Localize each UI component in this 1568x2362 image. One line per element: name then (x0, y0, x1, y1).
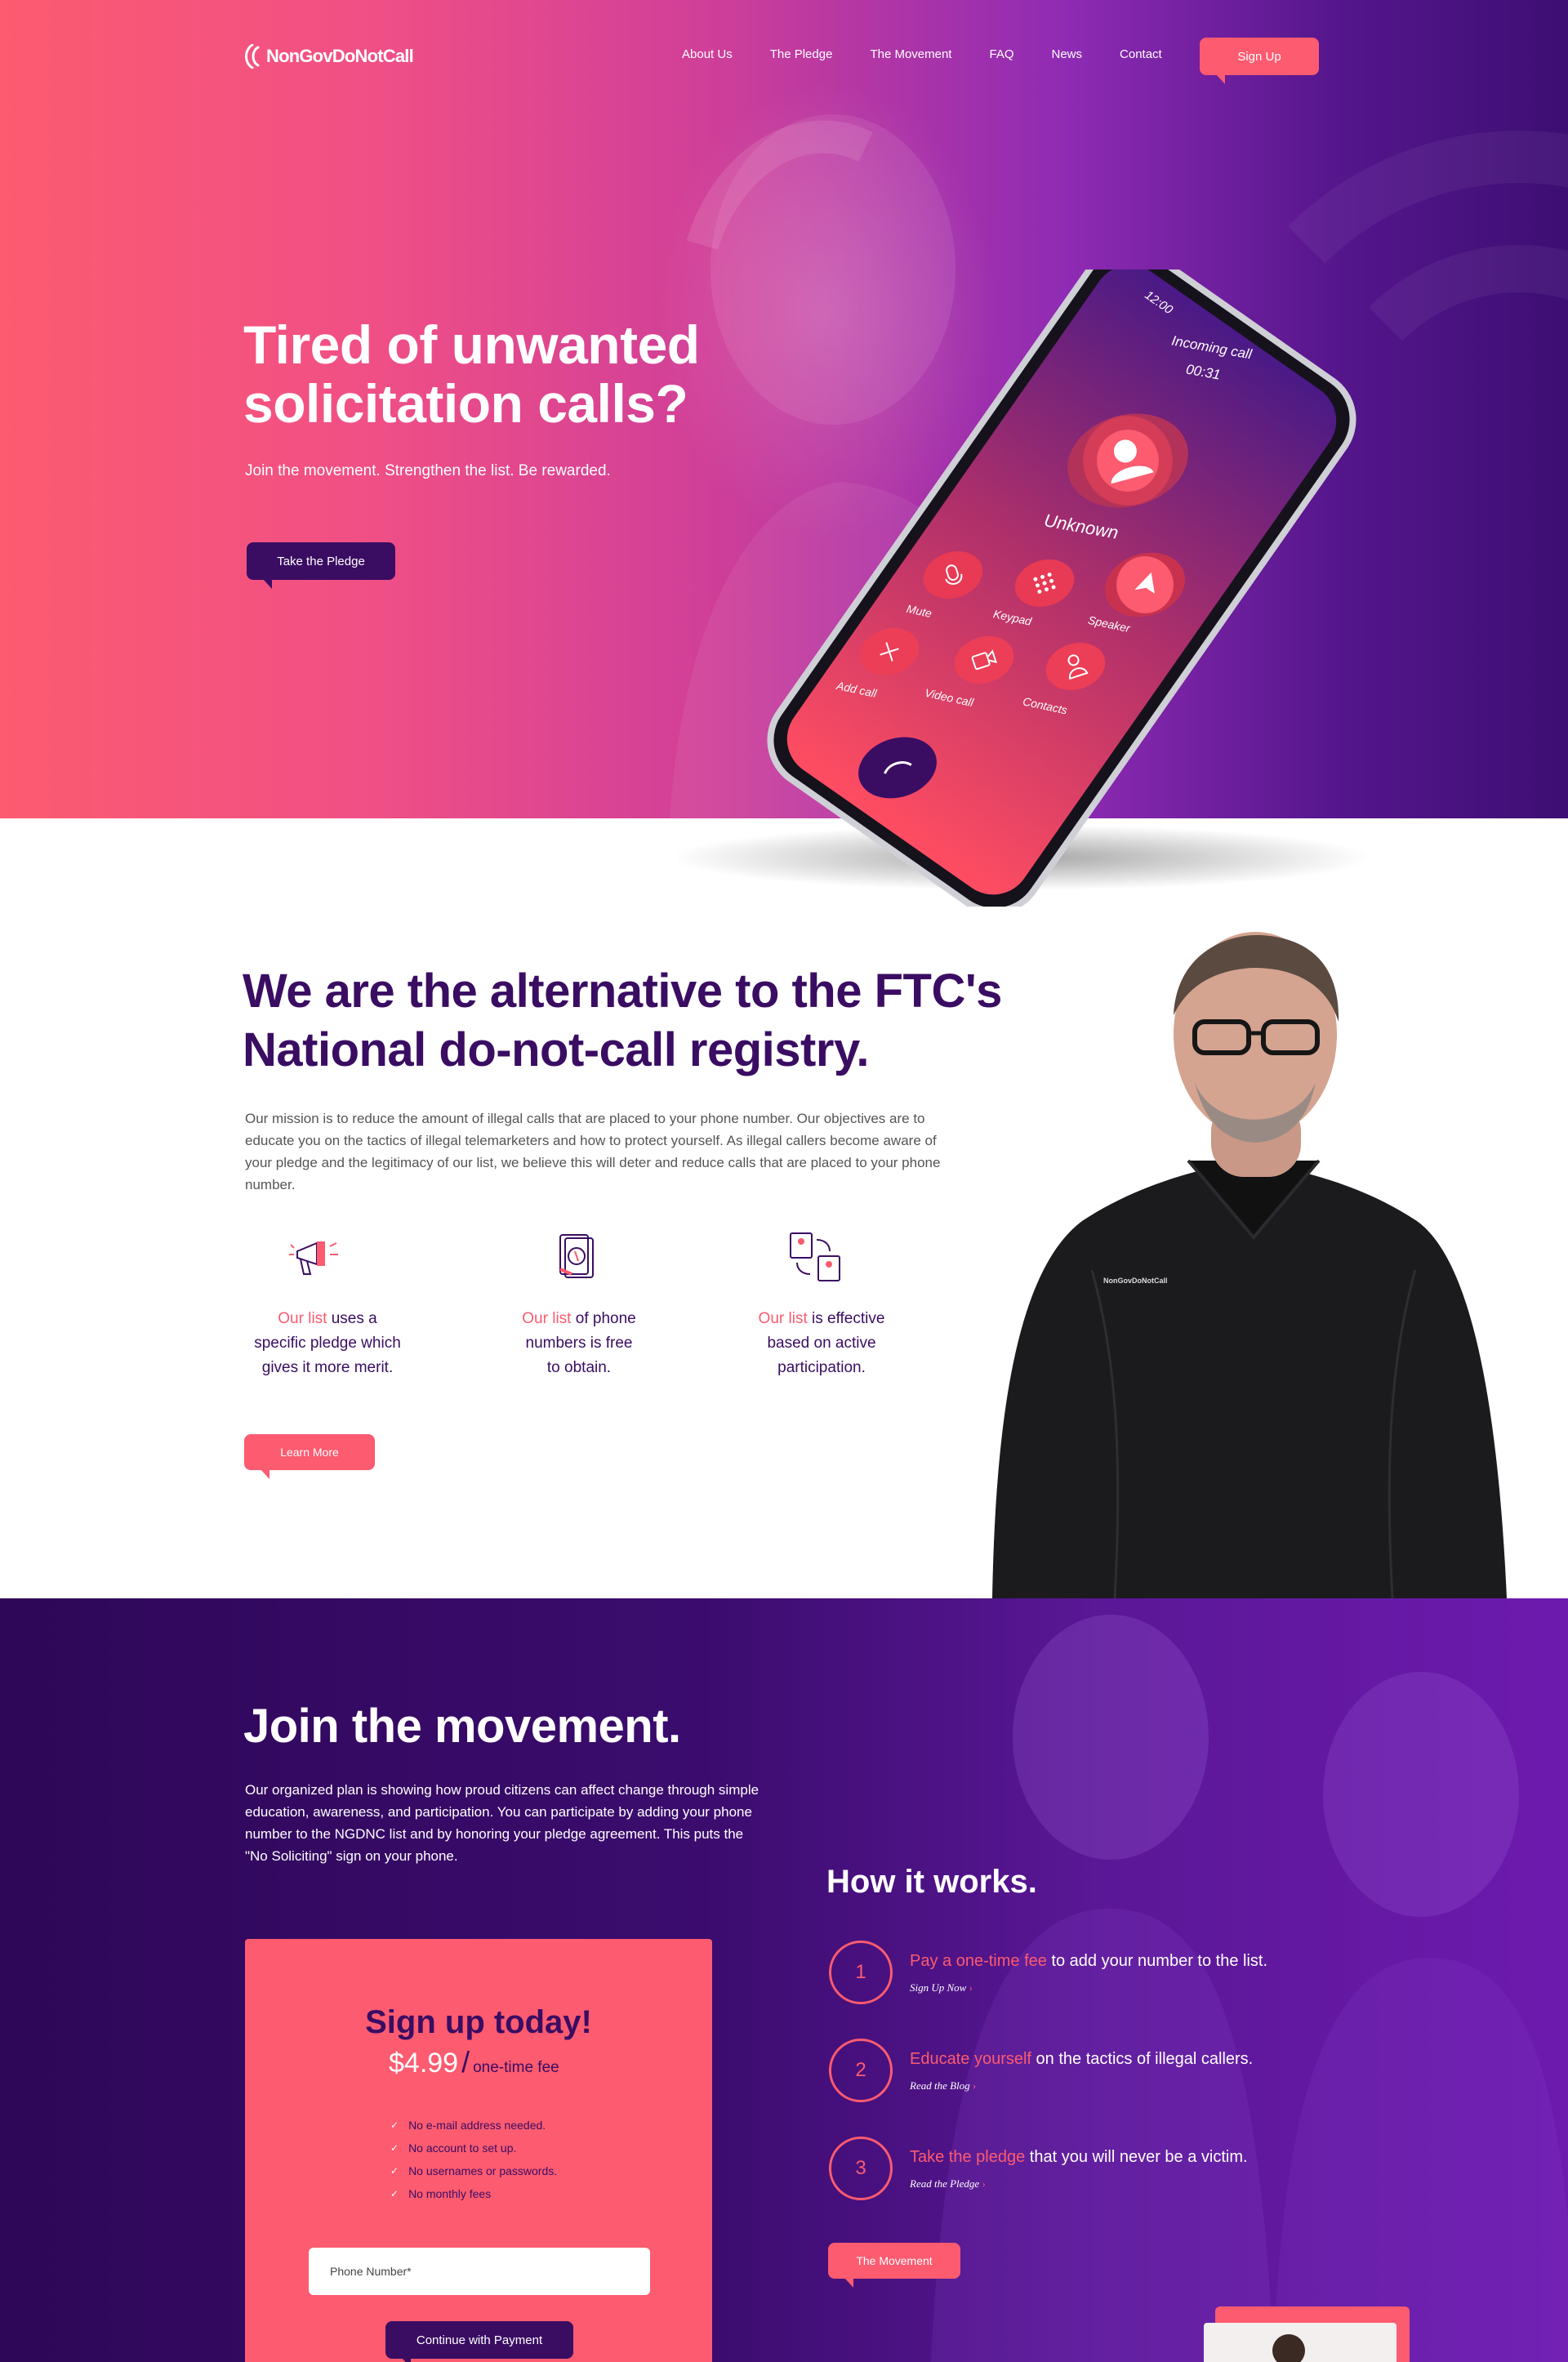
sign-up-button[interactable]: Sign Up (1200, 38, 1319, 84)
chevron-right-icon: › (972, 2079, 977, 2092)
step-link-label: Sign Up Now (910, 1981, 967, 1994)
feature-text: based on active (767, 1335, 876, 1352)
feature-text: uses a (327, 1310, 377, 1327)
feature-text: of phone (571, 1310, 636, 1327)
benefit-item: ✓ No e-mail address needed. (390, 2119, 546, 2132)
read-the-blog-link[interactable]: Read the Blog › (910, 2079, 976, 2092)
step-link-label: Read the Blog (910, 2079, 970, 2092)
price-unit: one-time fee (473, 2059, 559, 2076)
sound-waves-icon (245, 44, 260, 69)
megaphone-icon (289, 1241, 338, 1275)
check-icon: ✓ (390, 2119, 399, 2131)
step-rest: on the tactics of illegal callers. (1031, 2050, 1254, 2068)
learn-more-button[interactable]: Learn More (244, 1434, 375, 1479)
feature-text: is effective (807, 1310, 885, 1327)
brand-logo[interactable]: NonGovDoNotCall (243, 42, 414, 70)
preview-card-image (1204, 2323, 1396, 2362)
check-icon: ✓ (390, 2142, 399, 2154)
step-text: Pay a one-time fee to add your number to… (910, 1952, 1267, 1971)
movement-title: Join the movement. (243, 1700, 681, 1753)
feature-text: specific pledge which (254, 1335, 401, 1352)
nav-contact[interactable]: Contact (1120, 47, 1162, 61)
step-rest: to add your number to the list. (1046, 1952, 1268, 1970)
person-thumbnail (1272, 2334, 1305, 2362)
about-title-line: National do-not-call registry. (243, 1023, 870, 1076)
phone-number-input[interactable] (309, 2248, 650, 2295)
signup-title: Sign up today! (365, 2004, 592, 2040)
step-rest: that you will never be a victim. (1025, 2148, 1248, 2166)
benefit-text: No account to set up. (408, 2141, 517, 2155)
hero-title-line: Tired of unwanted (243, 314, 700, 375)
nav-faq[interactable]: FAQ (989, 47, 1013, 61)
take-pledge-button[interactable]: Take the Pledge (247, 542, 395, 589)
price: $4.99 (389, 2048, 459, 2079)
step-number: 2 (829, 2039, 893, 2102)
how-it-works-title: How it works. (826, 1864, 1037, 1900)
brand-name: NonGovDoNotCall (266, 46, 414, 66)
nav-news[interactable]: News (1052, 47, 1083, 61)
check-icon: ✓ (390, 2165, 399, 2177)
benefit-item: ✓ No usernames or passwords. (390, 2164, 557, 2177)
step-number: 3 (829, 2137, 893, 2200)
benefit-text: No monthly fees (408, 2187, 492, 2200)
feature-participation: Our list is effective based on active pa… (728, 1307, 915, 1380)
spokesperson-photo: NonGovDoNotCall (984, 927, 1507, 1598)
feature-highlight: Our list (758, 1310, 808, 1327)
step-link-label: Read the Pledge (910, 2177, 980, 2190)
participation-icon (790, 1232, 840, 1281)
about-title: We are the alternative to the FTC's Nati… (243, 962, 1076, 1080)
movement-body: Our organized plan is showing how proud … (245, 1782, 760, 1864)
step-number: 1 (829, 1941, 893, 2004)
feature-highlight: Our list (278, 1310, 327, 1327)
sign-up-now-link[interactable]: Sign Up Now › (910, 1981, 973, 1994)
continue-with-payment-button[interactable]: Continue with Payment (385, 2321, 573, 2362)
feature-text: numbers is free (525, 1335, 633, 1352)
check-icon: ✓ (390, 2188, 399, 2199)
feature-text: to obtain. (546, 1359, 612, 1376)
feature-highlight: Our list (522, 1310, 572, 1327)
movement-section (0, 1598, 1568, 2362)
nav-the-pledge[interactable]: The Pledge (770, 47, 833, 61)
price-row: $4.99 / one-time fee (389, 2045, 559, 2079)
feature-free-list: Our list of phone numbers is free to obt… (485, 1307, 673, 1380)
feature-text: participation. (777, 1359, 866, 1376)
benefit-item: ✓ No account to set up. (390, 2141, 516, 2155)
read-the-pledge-link[interactable]: Read the Pledge › (910, 2177, 986, 2190)
price-divider: / (461, 2045, 470, 2079)
step-highlight: Take the pledge (910, 2148, 1026, 2166)
main-nav: About Us The Pledge The Movement FAQ New… (682, 47, 1200, 61)
benefit-item: ✓ No monthly fees (390, 2187, 491, 2200)
step-text: Take the pledge that you will never be a… (910, 2148, 1248, 2167)
the-movement-button[interactable]: The Movement (828, 2243, 960, 2288)
feature-pledge-merit: Our list uses a specific pledge which gi… (234, 1307, 421, 1380)
step-highlight: Educate yourself (910, 2050, 1031, 2068)
nav-the-movement[interactable]: The Movement (870, 47, 951, 61)
about-title-line: We are the alternative to the FTC's (243, 965, 1002, 1018)
chevron-right-icon: › (969, 1981, 973, 1994)
free-list-icon (559, 1234, 594, 1278)
feature-text: gives it more merit. (261, 1359, 394, 1376)
chevron-right-icon: › (982, 2177, 986, 2190)
shirt-logo: NonGovDoNotCall (1103, 1277, 1168, 1285)
step-text: Educate yourself on the tactics of illeg… (910, 2050, 1253, 2069)
hero-title-line: solicitation calls? (243, 373, 688, 434)
benefit-text: No e-mail address needed. (408, 2119, 546, 2132)
hero-subtitle: Join the movement. Strengthen the list. … (245, 462, 611, 479)
benefit-text: No usernames or passwords. (408, 2164, 558, 2177)
nav-about-us[interactable]: About Us (682, 47, 733, 61)
about-body: Our mission is to reduce the amount of i… (245, 1111, 941, 1192)
step-highlight: Pay a one-time fee (910, 1952, 1047, 1970)
